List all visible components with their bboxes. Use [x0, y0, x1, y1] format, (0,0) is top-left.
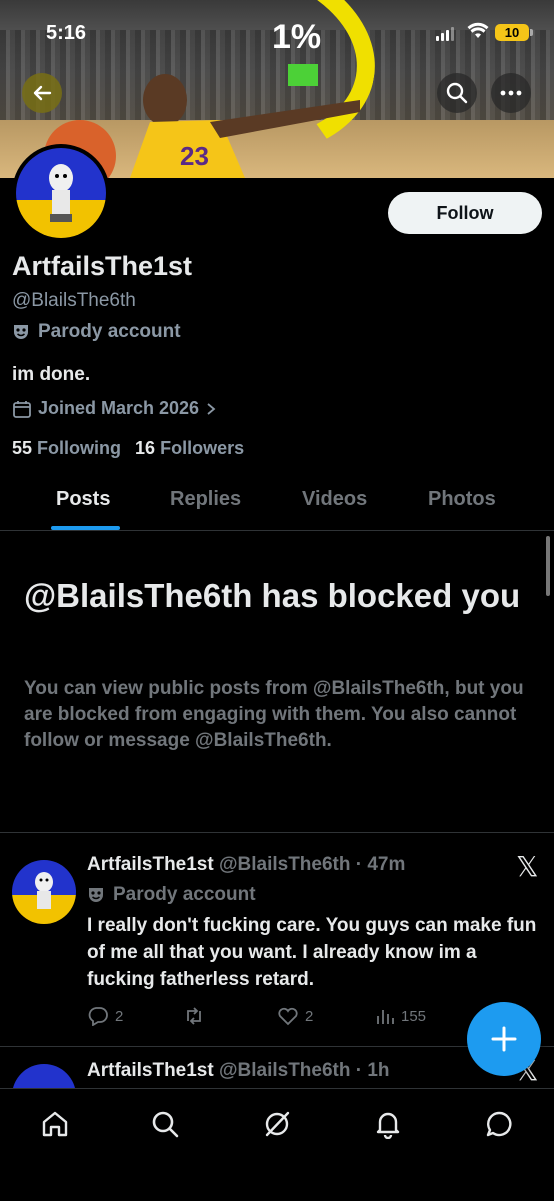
more-options-button[interactable] [491, 73, 531, 113]
post-actions: 2 2 155 [87, 1006, 426, 1026]
joined-text: Joined March 2026 [38, 398, 200, 418]
tab-videos[interactable]: Videos [302, 488, 367, 511]
joined-date[interactable]: Joined March 2026 [12, 398, 217, 419]
theater-mask-icon [89, 888, 103, 902]
back-button[interactable] [22, 73, 62, 113]
heart-icon [278, 1007, 298, 1026]
reply-button[interactable]: 2 [87, 1006, 183, 1026]
status-bar: 5:16 10 [0, 0, 554, 60]
post-text: I really don't fucking care. You guys ca… [87, 915, 537, 990]
bell-icon [376, 1112, 400, 1139]
post-avatar[interactable] [12, 1064, 76, 1088]
wifi-icon [467, 22, 489, 38]
profile-handle: @BlailsThe6th [12, 290, 136, 311]
x-logo-icon: 𝕏 [516, 850, 539, 883]
like-count: 2 [305, 1007, 314, 1025]
post-header: ArtfailsThe1st @BlailsThe6th · 47m [87, 854, 405, 876]
views-button[interactable]: 155 [375, 1006, 426, 1026]
arrow-left-icon [33, 85, 52, 101]
reply-icon [88, 1007, 108, 1026]
status-time: 5:16 [46, 22, 87, 44]
tab-replies[interactable]: Replies [170, 488, 241, 511]
nav-grok[interactable] [260, 1107, 294, 1141]
compose-button[interactable] [467, 1002, 541, 1076]
repost-icon [187, 1007, 201, 1025]
nav-home[interactable] [38, 1107, 72, 1141]
post-author-name[interactable]: ArtfailsThe1st [87, 1060, 214, 1081]
nav-messages[interactable] [482, 1107, 516, 1141]
followers-count: 16 [135, 438, 156, 458]
bottom-navigation [0, 1088, 554, 1201]
message-bubble-icon [486, 1111, 512, 1137]
following-count: 55 [12, 438, 33, 458]
more-dots-icon [500, 90, 522, 96]
post-parody-label: Parody account [87, 884, 256, 906]
followers-link[interactable]: 16 Followers [135, 438, 244, 459]
nav-notifications[interactable] [371, 1107, 405, 1141]
search-button[interactable] [437, 73, 477, 113]
theater-mask-icon [14, 325, 28, 339]
following-label: Following [37, 438, 122, 458]
following-link[interactable]: 55 Following [12, 438, 121, 459]
parody-label-text: Parody account [38, 321, 181, 342]
parody-label: Parody account [12, 321, 181, 343]
views-chart-icon [377, 1010, 394, 1024]
home-icon [42, 1111, 68, 1137]
post-avatar[interactable] [12, 860, 76, 924]
post-parody-text: Parody account [113, 884, 256, 905]
like-button[interactable]: 2 [277, 1006, 375, 1026]
post-item[interactable]: ArtfailsThe1st @BlailsThe6th · 47m 𝕏 Par… [0, 832, 554, 1046]
search-icon [152, 1111, 179, 1138]
calendar-icon [13, 400, 31, 418]
post-author-name[interactable]: ArtfailsThe1st [87, 854, 214, 875]
svg-text:23: 23 [180, 141, 209, 171]
profile-avatar[interactable] [12, 144, 110, 242]
reply-count: 2 [115, 1007, 124, 1025]
active-tab-indicator [51, 526, 120, 530]
tab-posts[interactable]: Posts [56, 488, 110, 511]
repost-button[interactable] [183, 1006, 277, 1026]
profile-bio: im done. [12, 364, 91, 385]
follow-button[interactable]: Follow [388, 192, 542, 234]
followers-label: Followers [160, 438, 245, 458]
post-header: ArtfailsThe1st @BlailsThe6th · 1h [87, 1060, 390, 1082]
avatar-character-image [49, 164, 73, 222]
post-meta: @BlailsThe6th · 1h [218, 1060, 390, 1081]
tab-photos[interactable]: Photos [428, 488, 496, 511]
scrollbar[interactable] [546, 536, 550, 596]
battery-indicator: 10 [495, 24, 533, 41]
chevron-right-icon [207, 402, 216, 415]
plus-icon [491, 1026, 517, 1052]
banner-player-image: 23 [130, 74, 360, 178]
nav-search[interactable] [148, 1107, 182, 1141]
profile-tabs: Posts Replies Videos Photos [0, 474, 554, 531]
profile-display-name: ArtfailsThe1st [12, 251, 193, 281]
follow-counts: 55 Following 16 Followers [12, 438, 244, 459]
cellular-signal-icon [436, 27, 454, 41]
post-meta: @BlailsThe6th · 47m [218, 854, 406, 875]
avatar-character-image [35, 872, 53, 909]
blocked-title: @BlailsThe6th has blocked you [24, 577, 521, 614]
grok-icon [265, 1111, 290, 1137]
blocked-description: You can view public posts from @BlailsTh… [24, 678, 524, 751]
views-count: 155 [401, 1007, 427, 1025]
search-icon [446, 82, 468, 104]
